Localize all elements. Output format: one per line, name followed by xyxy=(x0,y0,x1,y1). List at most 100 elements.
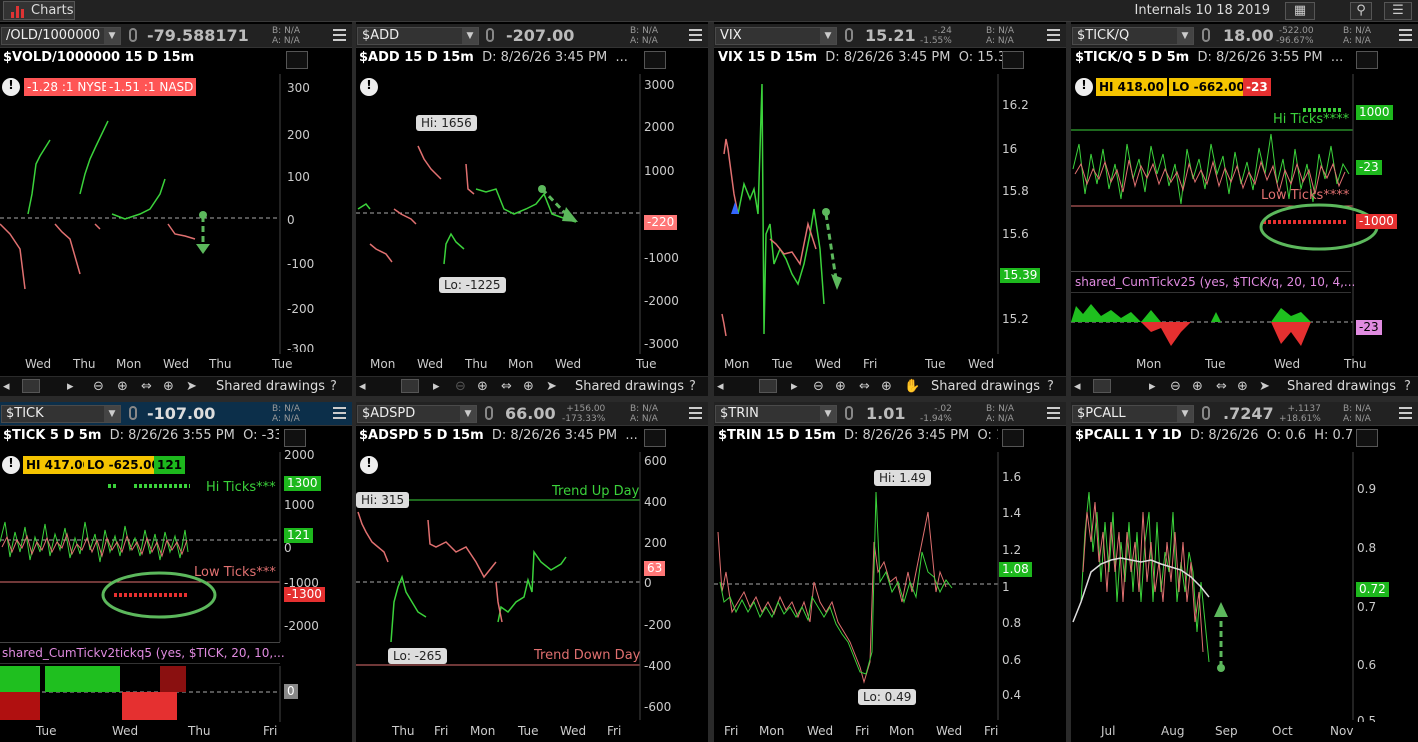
drawing-tool-icon[interactable] xyxy=(286,51,308,69)
scroll-right-icon[interactable]: ▸ xyxy=(1149,379,1156,394)
shared-drawings-label[interactable]: Shared drawings xyxy=(216,379,325,394)
x-tick: Wed xyxy=(112,724,139,738)
charts-app-button[interactable]: Charts xyxy=(3,1,75,20)
crosshair-icon[interactable]: ⊕ xyxy=(1237,379,1248,394)
cursor-icon[interactable]: ➤ xyxy=(546,379,557,394)
link-icon[interactable] xyxy=(129,28,137,42)
menu-icon[interactable] xyxy=(689,29,702,41)
chevron-down-icon[interactable]: ▼ xyxy=(104,28,120,44)
fit-icon[interactable]: ⇔ xyxy=(859,379,870,394)
zoom-out-icon[interactable]: ⊖ xyxy=(93,379,104,394)
chevron-down-icon[interactable]: ▼ xyxy=(1177,28,1193,44)
symbol-selector[interactable]: /OLD/1000000 ▼ xyxy=(1,27,121,45)
menu-icon[interactable] xyxy=(1047,407,1060,419)
fit-icon[interactable]: ⇔ xyxy=(141,379,152,394)
zoom-in-icon[interactable]: ⊕ xyxy=(477,379,488,394)
shared-drawings-label[interactable]: Shared drawings xyxy=(931,379,1040,394)
y-tick: 0.8 xyxy=(1002,616,1022,630)
menu-icon[interactable] xyxy=(333,29,346,41)
drawing-tool-icon[interactable] xyxy=(1002,51,1024,69)
link-icon[interactable] xyxy=(486,28,494,42)
symbol-selector[interactable]: $ADD ▼ xyxy=(357,27,479,45)
link-icon[interactable] xyxy=(1202,406,1210,420)
crosshair-icon[interactable]: ⊕ xyxy=(523,379,534,394)
link-icon[interactable] xyxy=(1202,28,1210,42)
scroll-right-icon[interactable]: ▸ xyxy=(67,379,74,394)
chevron-down-icon[interactable]: ▼ xyxy=(462,28,478,44)
crosshair-icon[interactable]: ⊕ xyxy=(163,379,174,394)
symbol-selector[interactable]: $ADSPD ▼ xyxy=(357,405,477,423)
chart-footer: ◂ ▸ ⊖ ⊕ ⇔ ⊕ ✋ Shared drawings ? xyxy=(714,376,1066,396)
fit-icon[interactable]: ⇔ xyxy=(501,379,512,394)
scroll-left-icon[interactable]: ◂ xyxy=(359,379,366,394)
gutter-h[interactable] xyxy=(0,396,1418,402)
menu-icon[interactable] xyxy=(1047,29,1060,41)
scrollbar[interactable] xyxy=(401,379,419,393)
gutter-v2[interactable] xyxy=(708,22,714,742)
chevron-down-icon[interactable]: ▼ xyxy=(460,406,476,422)
window-menu-icon[interactable]: ☰ xyxy=(1384,2,1412,20)
scroll-right-icon[interactable]: ▸ xyxy=(433,379,440,394)
scrollbar[interactable] xyxy=(1093,379,1111,393)
chevron-down-icon[interactable]: ▼ xyxy=(104,406,120,422)
shared-drawings-label[interactable]: Shared drawings xyxy=(1287,379,1396,394)
help-icon[interactable]: ? xyxy=(689,379,696,394)
drawing-tool-icon[interactable] xyxy=(1356,429,1378,447)
chevron-down-icon[interactable]: ▼ xyxy=(1177,406,1193,422)
scroll-right-icon[interactable]: ▸ xyxy=(791,379,798,394)
gutter-v1[interactable] xyxy=(352,22,356,742)
link-icon[interactable] xyxy=(845,406,853,420)
link-icon[interactable] xyxy=(845,28,853,42)
cursor-icon[interactable]: ➤ xyxy=(1259,379,1270,394)
drawing-tool-icon[interactable] xyxy=(1002,429,1024,447)
zoom-out-icon[interactable]: ⊖ xyxy=(813,379,824,394)
zoom-out-icon[interactable]: ⊖ xyxy=(1170,379,1181,394)
symbol-selector[interactable]: $TICK ▼ xyxy=(1,405,121,423)
symbol-selector[interactable]: $TRIN ▼ xyxy=(715,405,837,423)
symbol-label: $PCALL xyxy=(1077,406,1126,421)
study-chart[interactable] xyxy=(0,666,352,722)
fit-icon[interactable]: ⇔ xyxy=(1216,379,1227,394)
scrollbar[interactable] xyxy=(22,379,40,393)
price-chart[interactable] xyxy=(714,452,1066,720)
link-icon[interactable] xyxy=(129,406,137,420)
zoom-in-icon[interactable]: ⊕ xyxy=(1192,379,1203,394)
menu-icon[interactable] xyxy=(1399,407,1412,419)
scroll-left-icon[interactable]: ◂ xyxy=(717,379,724,394)
help-icon[interactable]: ? xyxy=(330,379,337,394)
symbol-selector[interactable]: VIX ▼ xyxy=(715,27,837,45)
study-label: shared_CumTickv2tickq5 (yes, $TICK, 20, … xyxy=(2,646,285,660)
grid-layout-icon[interactable]: ▦ xyxy=(1285,2,1315,20)
drawing-tool-icon[interactable] xyxy=(644,429,666,447)
zoom-in-icon[interactable]: ⊕ xyxy=(117,379,128,394)
price-chart[interactable] xyxy=(356,74,708,354)
shared-drawings-label[interactable]: Shared drawings xyxy=(575,379,684,394)
chevron-down-icon[interactable]: ▼ xyxy=(820,28,836,44)
scroll-left-icon[interactable]: ◂ xyxy=(3,379,10,394)
study-title: $TRIN 15 D 15m xyxy=(718,428,836,443)
price-chart[interactable] xyxy=(356,452,708,720)
cursor-icon[interactable]: ➤ xyxy=(186,379,197,394)
help-icon[interactable]: ? xyxy=(1404,379,1411,394)
zoom-in-icon[interactable]: ⊕ xyxy=(835,379,846,394)
drawing-tool-icon[interactable] xyxy=(644,51,666,69)
zoom-out-icon[interactable]: ⊖ xyxy=(455,379,466,394)
drawing-tool-icon[interactable] xyxy=(1356,51,1378,69)
scrollbar[interactable] xyxy=(759,379,777,393)
menu-icon[interactable] xyxy=(689,407,702,419)
hand-icon[interactable]: ✋ xyxy=(904,379,920,394)
crosshair-icon[interactable]: ⊕ xyxy=(881,379,892,394)
link-icon[interactable] xyxy=(485,406,493,420)
chevron-down-icon[interactable]: ▼ xyxy=(820,406,836,422)
symbol-selector[interactable]: $TICK/Q ▼ xyxy=(1072,27,1194,45)
cumtick-positive-2 xyxy=(45,666,120,692)
menu-icon[interactable] xyxy=(333,407,346,419)
y-tick: 0.7 xyxy=(1357,600,1377,614)
help-icon[interactable]: ? xyxy=(1047,379,1054,394)
menu-icon[interactable] xyxy=(1399,29,1412,41)
pin-icon[interactable]: ⚲ xyxy=(1350,2,1372,20)
scroll-left-icon[interactable]: ◂ xyxy=(1074,379,1081,394)
gutter-v3[interactable] xyxy=(1066,22,1071,742)
symbol-selector[interactable]: $PCALL ▼ xyxy=(1072,405,1194,423)
drawing-tool-icon[interactable] xyxy=(284,429,306,447)
